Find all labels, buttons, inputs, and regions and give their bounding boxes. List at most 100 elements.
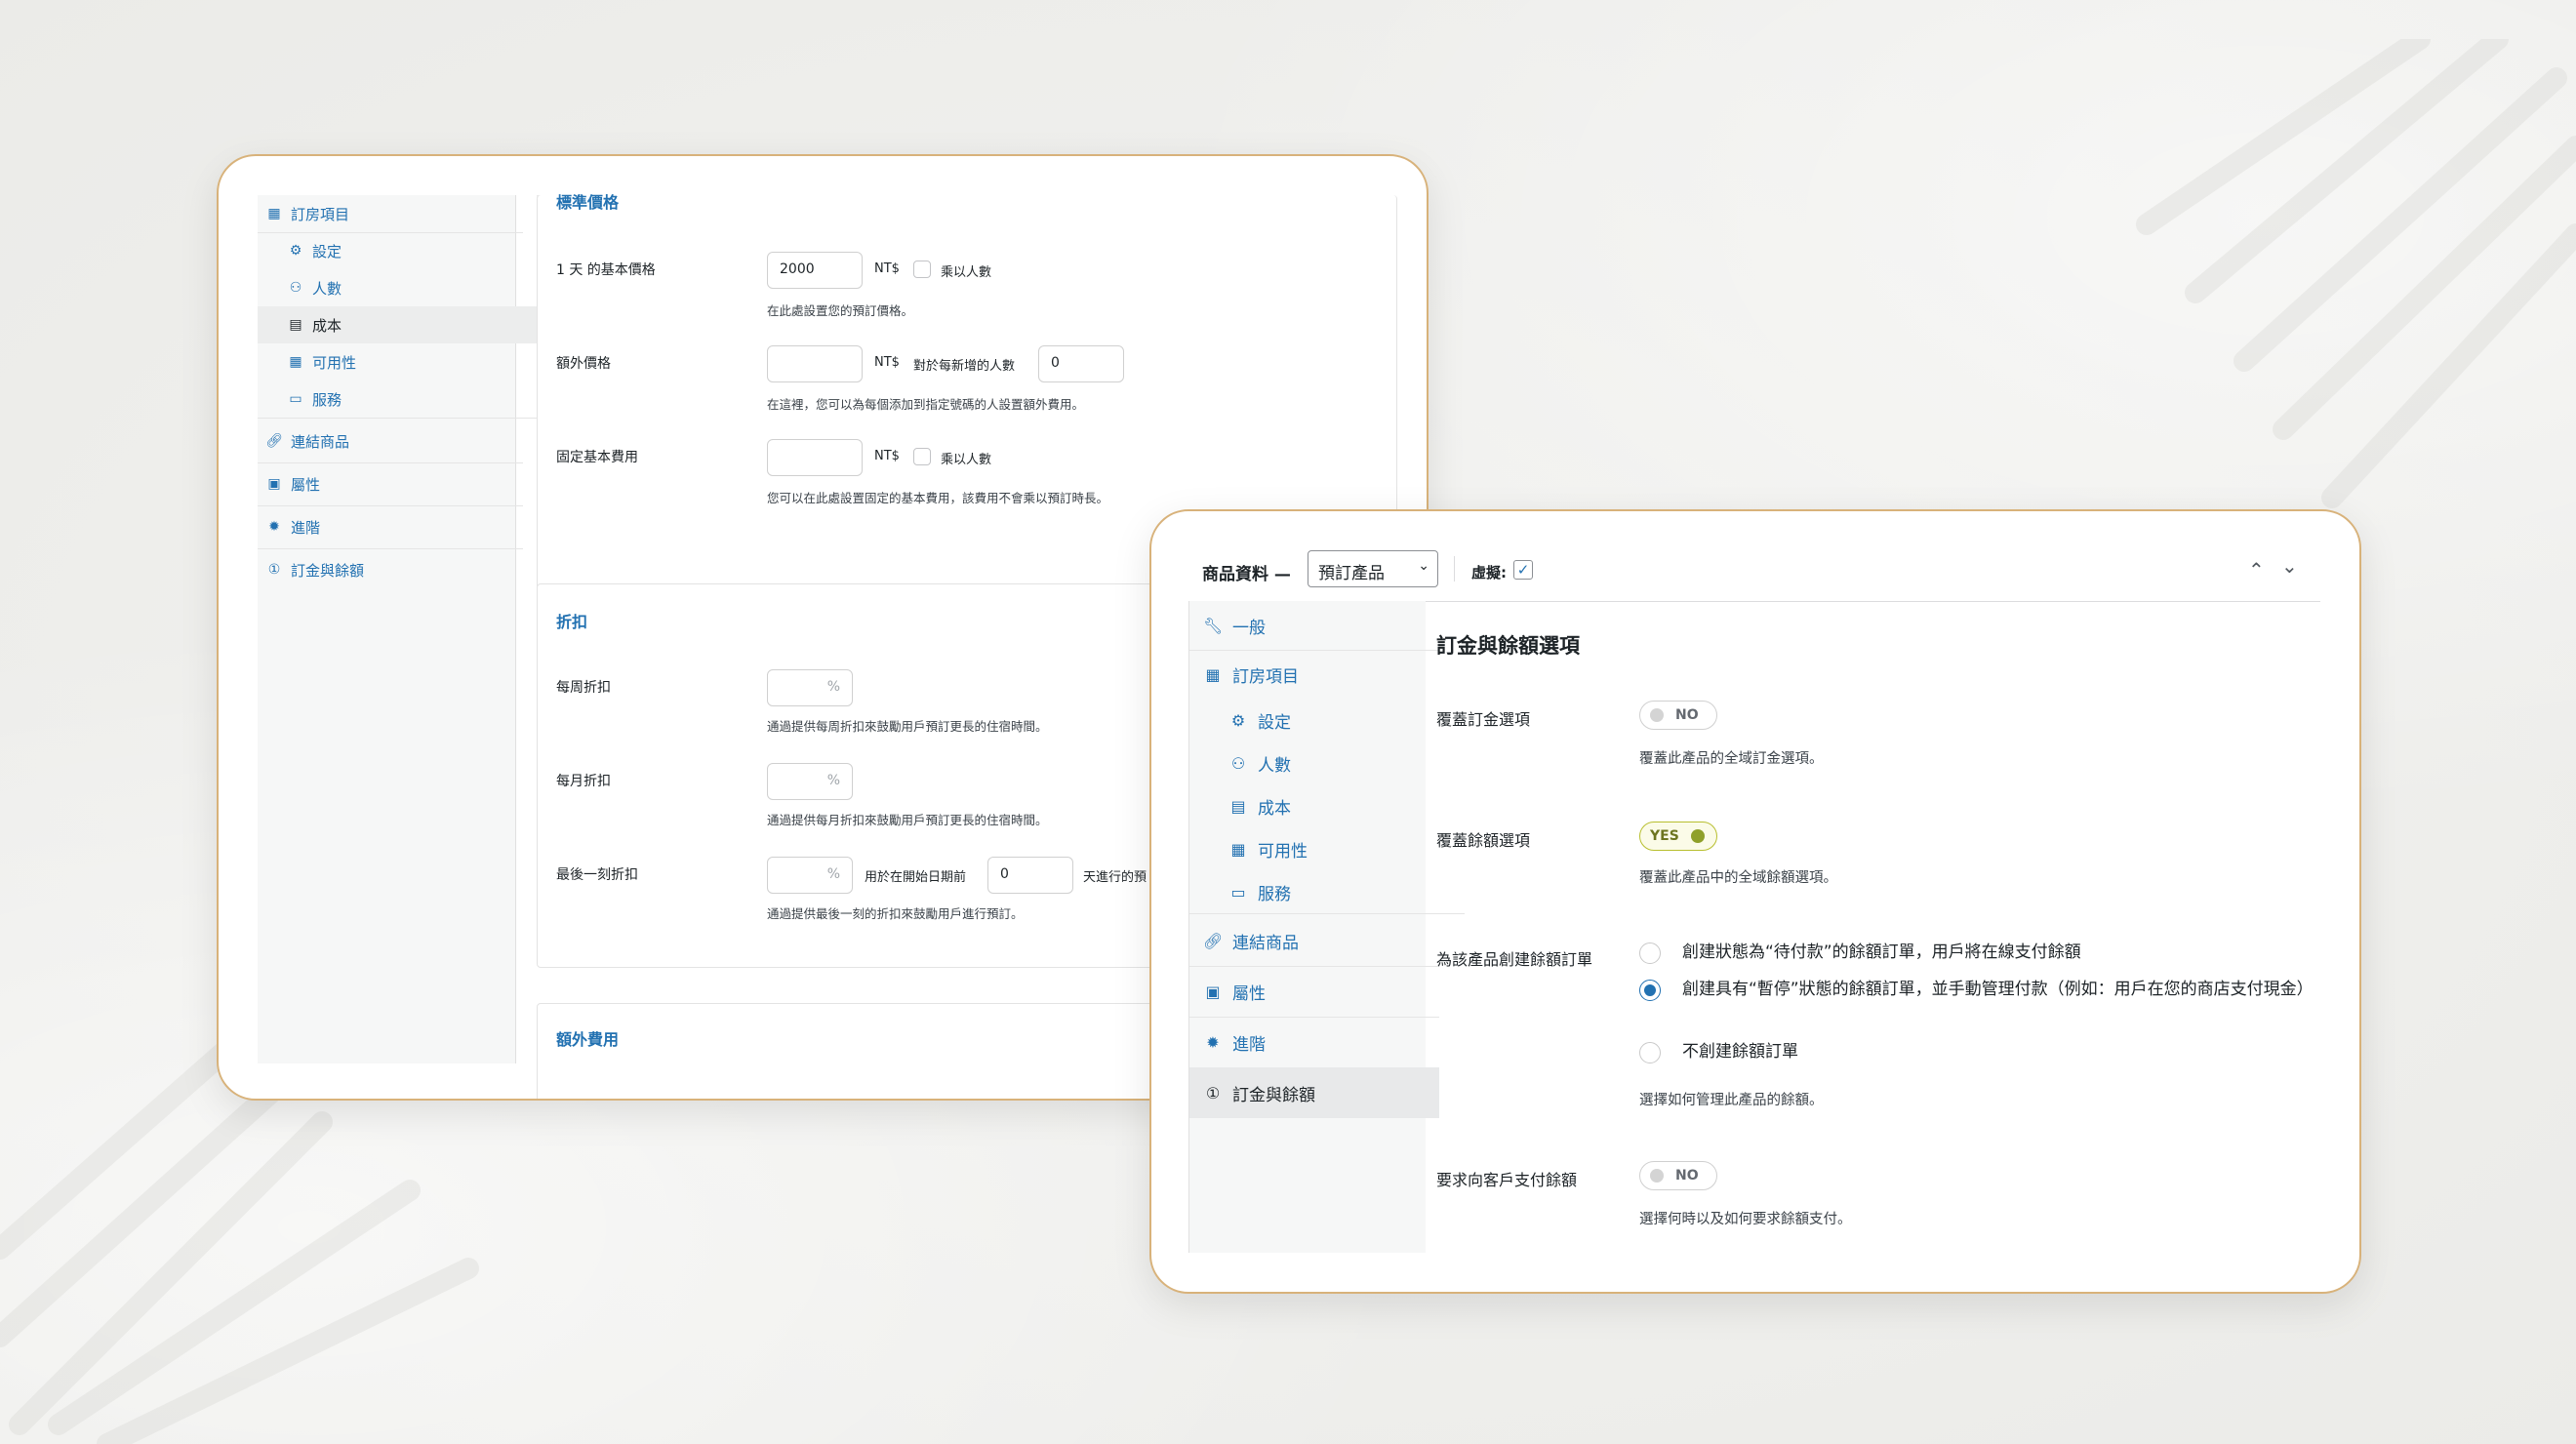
tab-attributes[interactable]: ▣ 屬性 [258, 462, 523, 506]
radio-no-balance-order[interactable] [1639, 1042, 1661, 1063]
tab-booking-item[interactable]: ▦ 訂房項目 [1189, 650, 1439, 699]
currency-label: NT$ [874, 355, 900, 370]
product-type-select[interactable]: 預訂產品 ⌄ [1308, 550, 1438, 587]
days-booking-label: 天進行的預 [1083, 870, 1147, 885]
virtual-checkbox[interactable]: ✓ [1513, 560, 1533, 580]
gear-icon: ⚙ [289, 243, 302, 259]
radio-on-hold-manual[interactable] [1639, 980, 1661, 1001]
radio-pending-payment[interactable] [1639, 943, 1661, 964]
move-up-icon[interactable]: ⌃ [2248, 558, 2265, 582]
tab-attributes[interactable]: ▣ 屬性 [1189, 966, 1439, 1018]
last-minute-discount-label: 最後一刻折扣 [556, 867, 638, 883]
link-icon: 🔗︎ [1203, 931, 1224, 950]
tab-booking-item[interactable]: ▦ 訂房項目 [258, 195, 523, 233]
base-price-description: 在此處設置您的預訂價格。 [767, 303, 914, 318]
last-minute-discount-input[interactable]: % [767, 857, 853, 894]
per-added-person-input[interactable]: 0 [1038, 345, 1124, 382]
product-data-label: 商品資料 — [1202, 565, 1291, 584]
tab-availability[interactable]: ▦ 可用性 [258, 343, 544, 381]
standard-price-heading: 標準價格 [556, 193, 620, 212]
wrench-icon: 🔧︎ [1203, 616, 1224, 635]
calendar-icon: ▦ [1230, 839, 1246, 859]
multiply-by-persons-label: 乘以人數 [941, 265, 992, 280]
deposit-balance-options-title: 訂金與餘額選項 [1436, 634, 1580, 658]
calendar-icon: ▦ [289, 354, 302, 370]
fixed-base-fee-input[interactable] [767, 439, 863, 476]
tab-persons[interactable]: ⚇ 人數 [258, 269, 544, 306]
tab-advanced[interactable]: ✹ 進階 [258, 505, 523, 549]
override-balance-label: 覆蓋餘額選項 [1436, 831, 1531, 850]
toggle-knob [1690, 829, 1705, 843]
tab-services[interactable]: ▭ 服務 [1189, 870, 1465, 914]
move-down-icon[interactable]: ⌄ [2281, 554, 2298, 578]
override-balance-description: 覆蓋此產品中的全域餘額選項。 [1639, 870, 1837, 886]
create-balance-order-description: 選擇如何管理此產品的餘額。 [1639, 1093, 1824, 1108]
weekly-discount-input[interactable]: % [767, 669, 853, 706]
require-balance-payment-description: 選擇何時以及如何要求餘額支付。 [1639, 1212, 1852, 1227]
extra-price-description: 在這裡，您可以為每個添加到指定號碼的人設置額外費用。 [767, 397, 1085, 412]
radio-on-hold-manual-label: 創建具有“暫停”狀態的餘額訂單，並手動管理付款（例如：用戶在您的商店支付現金） [1682, 980, 2314, 999]
palm-leaf-decoration-right [2136, 39, 2576, 508]
product-data-tabs: 🔧︎ 一般 ▦ 訂房項目 ⚙ 設定 ⚇ 人數 ▤ 成本 ▦ 可用性 ▭ 服務 🔗︎ 連結商品 ▣… [1188, 601, 1465, 1253]
extra-price-input[interactable] [767, 345, 863, 382]
currency-label: NT$ [874, 449, 900, 463]
coin-icon: ① [267, 562, 281, 578]
monthly-discount-description: 通過提供每月折扣來鼓勵用戶預訂更長的住宿時間。 [767, 813, 1048, 827]
tab-general[interactable]: 🔧︎ 一般 [1189, 601, 1439, 651]
before-start-date-label: 用於在開始日期前 [865, 870, 967, 885]
tab-linked-products[interactable]: 🔗︎ 連結商品 [258, 420, 523, 463]
calendar-icon: ▦ [267, 206, 281, 221]
weekly-discount-label: 每周折扣 [556, 680, 611, 696]
fixed-base-fee-label: 固定基本費用 [556, 450, 638, 465]
gear-icon: ⚙ [1230, 710, 1246, 730]
chart-icon: ▤ [289, 317, 302, 333]
tab-advanced[interactable]: ✹ 進階 [1189, 1017, 1439, 1068]
chart-icon: ▤ [1230, 796, 1246, 816]
require-balance-payment-toggle[interactable]: NO [1639, 1161, 1717, 1190]
extra-fees-heading: 額外費用 [556, 1030, 620, 1049]
tab-deposit-balance[interactable]: ① 訂金與餘額 [258, 548, 523, 591]
gear-icon: ✹ [1206, 1032, 1220, 1052]
create-balance-order-label: 為該產品創建餘額訂單 [1436, 950, 1593, 969]
people-icon: ⚇ [289, 280, 302, 296]
last-minute-discount-description: 通過提供最後一刻的折扣來鼓勵用戶進行預訂。 [767, 906, 1024, 921]
chevron-down-icon: ⌄ [1418, 558, 1429, 574]
tab-settings[interactable]: ⚙ 設定 [1189, 699, 1465, 742]
multiply-by-persons-checkbox[interactable] [913, 261, 931, 278]
header-divider [1454, 556, 1455, 582]
per-added-person-label: 對於每新增的人數 [913, 359, 1016, 374]
radio-pending-payment-label: 創建狀態為“待付款”的餘額訂單，用戶將在線支付餘額 [1682, 943, 2081, 962]
tab-persons[interactable]: ⚇ 人數 [1189, 742, 1465, 784]
days-before-input[interactable]: 0 [987, 857, 1073, 894]
monthly-discount-input[interactable]: % [767, 763, 853, 800]
base-price-label: 1 天 的基本價格 [556, 262, 656, 278]
people-icon: ⚇ [1230, 753, 1246, 773]
table-icon: ▣ [267, 476, 281, 492]
window-icon: ▭ [1230, 882, 1246, 902]
fixed-base-fee-description: 您可以在此處設置固定的基本費用，該費用不會乘以預訂時長。 [767, 491, 1109, 505]
tab-deposit-balance[interactable]: ① 訂金與餘額 [1189, 1067, 1439, 1118]
currency-label: NT$ [874, 261, 900, 276]
calendar-icon: ▦ [1205, 664, 1221, 684]
override-deposit-label: 覆蓋訂金選項 [1436, 710, 1531, 729]
discount-heading: 折扣 [556, 613, 588, 631]
weekly-discount-description: 通過提供每周折扣來鼓勵用戶預訂更長的住宿時間。 [767, 719, 1048, 734]
tab-availability[interactable]: ▦ 可用性 [1189, 827, 1465, 870]
fixed-multiply-by-persons-checkbox[interactable] [913, 448, 931, 465]
override-deposit-toggle[interactable]: NO [1639, 701, 1717, 730]
window-icon: ▭ [289, 391, 302, 407]
tab-settings[interactable]: ⚙ 設定 [258, 232, 544, 269]
table-icon: ▣ [1205, 982, 1221, 1001]
deposit-balance-settings-card: 商品資料 — 預訂產品 ⌄ 虛擬: ✓ ⌃ ⌄ 🔧︎ 一般 ▦ 訂房項目 ⚙ 設定 ⚇… [1149, 509, 2361, 1294]
base-price-input[interactable]: 2000 [767, 252, 863, 289]
toggle-knob [1650, 708, 1664, 722]
extra-price-label: 額外價格 [556, 356, 611, 372]
product-data-tabs: ▦ 訂房項目 ⚙ 設定 ⚇ 人數 ▤ 成本 ▦ 可用性 ▭ 服務 🔗︎ 連結商品 ▣ 屬性 ✹ 進… [258, 195, 544, 1063]
tab-cost[interactable]: ▤ 成本 [258, 306, 544, 343]
tab-linked-products[interactable]: 🔗︎ 連結商品 [1189, 915, 1439, 967]
toggle-knob [1650, 1169, 1664, 1183]
tab-services[interactable]: ▭ 服務 [258, 381, 544, 419]
override-deposit-description: 覆蓋此產品的全域訂金選項。 [1639, 751, 1824, 767]
override-balance-toggle[interactable]: YES [1639, 822, 1717, 851]
tab-cost[interactable]: ▤ 成本 [1189, 784, 1465, 827]
